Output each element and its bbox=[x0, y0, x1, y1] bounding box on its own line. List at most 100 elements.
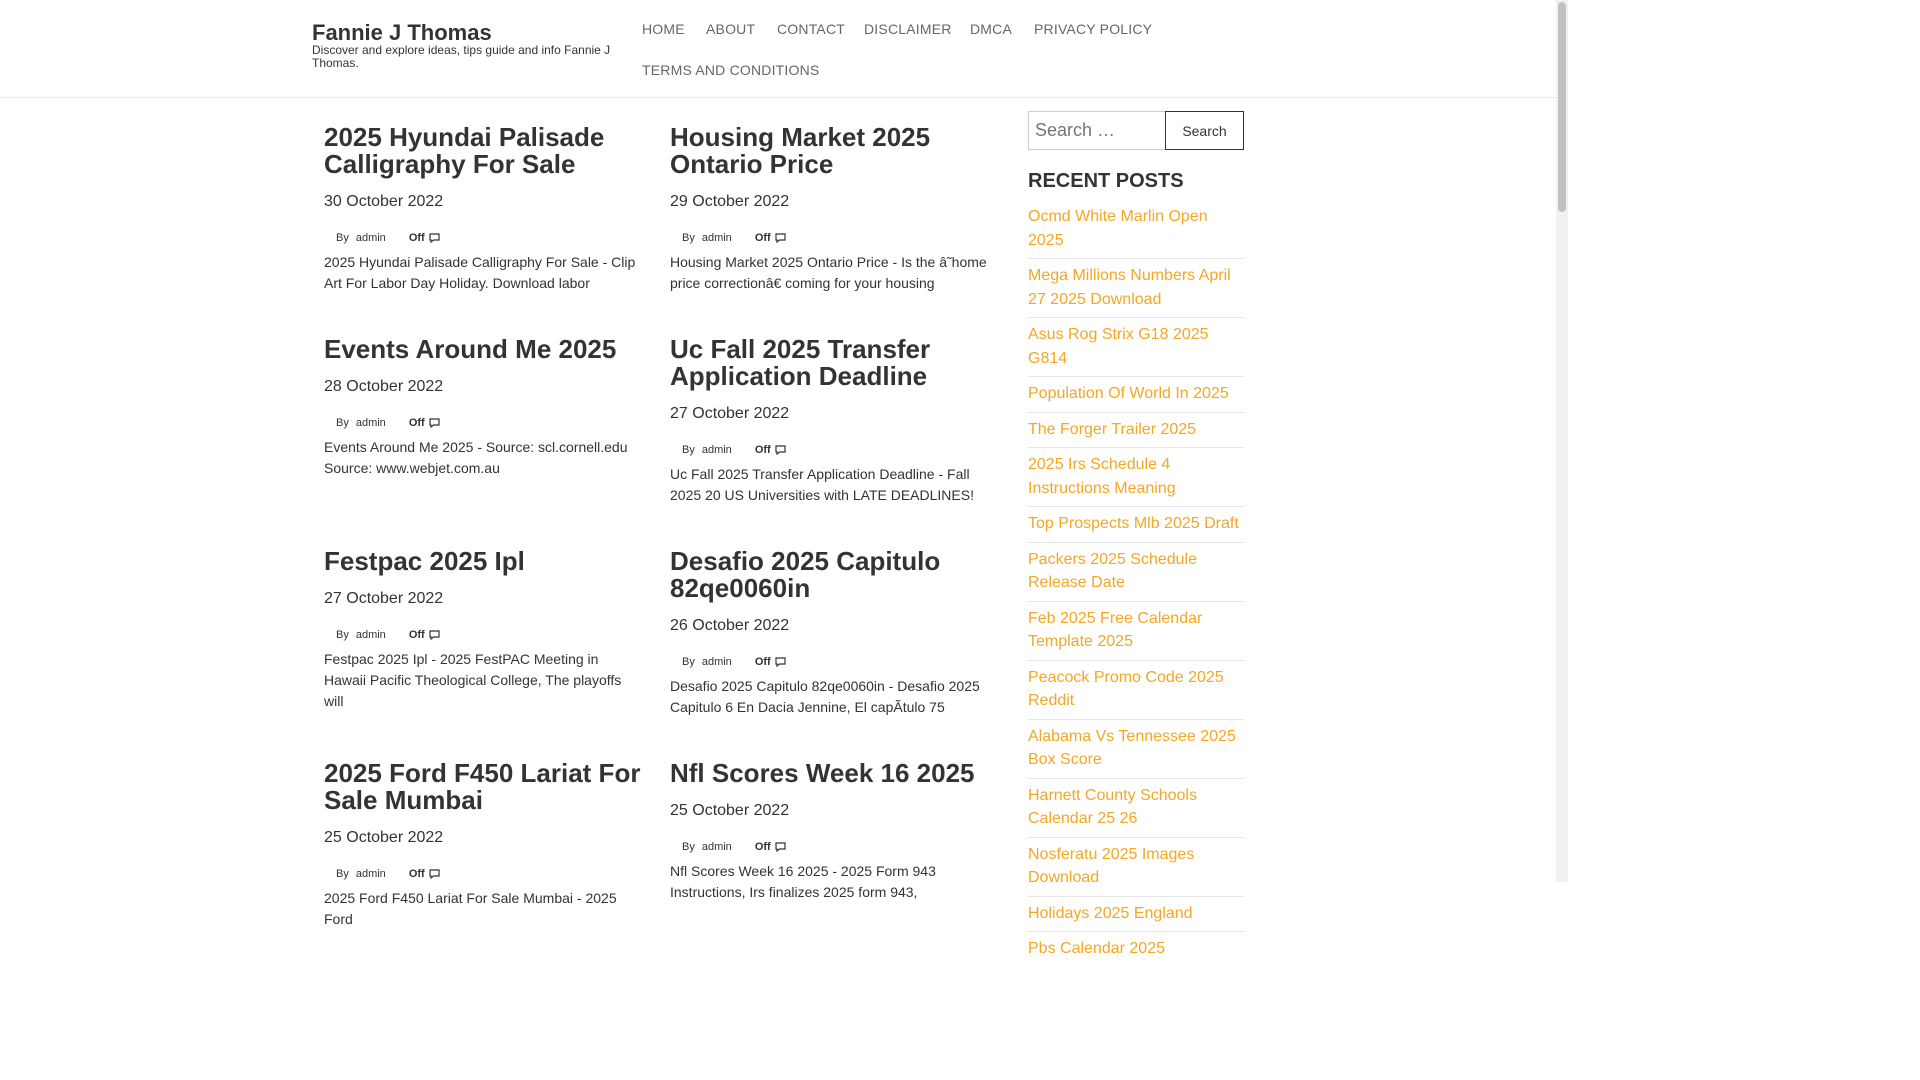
post-excerpt: Uc Fall 2025 Transfer Application Deadli… bbox=[670, 466, 974, 503]
comment-icon bbox=[775, 445, 786, 455]
post-card: 2025 Hyundai Palisade Calligraphy For Sa… bbox=[324, 124, 644, 294]
site-header: Fannie J Thomas Discover and explore ide… bbox=[0, 0, 1556, 98]
post-author[interactable]: admin bbox=[356, 417, 386, 429]
post-date: 27 October 2022 bbox=[670, 405, 790, 422]
post-excerpt: Housing Market 2025 Ontario Price - Is t… bbox=[670, 254, 987, 291]
recent-post-link[interactable]: 2025 Irs Schedule 4 Instructions Meaning bbox=[1028, 448, 1244, 507]
nav-disclaimer[interactable]: DISCLAIMER bbox=[864, 21, 952, 37]
post-comments-status: Off bbox=[754, 656, 771, 668]
recent-post-link[interactable]: Top Prospects Mlb 2025 Draft bbox=[1028, 507, 1244, 543]
recent-post-link[interactable]: Mega Millions Numbers April 27 2025 Down… bbox=[1028, 259, 1244, 318]
post-meta: By admin Off bbox=[324, 231, 644, 245]
recent-posts-title: RECENT POSTS bbox=[1028, 170, 1184, 192]
post-by-label: By bbox=[336, 868, 349, 880]
post-meta: By admin Off bbox=[670, 443, 990, 457]
post-date: 28 October 2022 bbox=[324, 378, 444, 395]
post-by-label: By bbox=[682, 656, 695, 668]
recent-post-link[interactable]: Holidays 2025 England bbox=[1028, 897, 1244, 932]
post-excerpt: 2025 Ford F450 Lariat For Sale Mumbai - … bbox=[324, 890, 617, 927]
post-meta: By admin Off bbox=[670, 231, 990, 245]
post-card: Nfl Scores Week 16 2025 25 October 2022 … bbox=[670, 760, 990, 903]
recent-post-link[interactable]: Pbs Calendar 2025 bbox=[1028, 932, 1244, 967]
recent-post-link[interactable]: Peacock Promo Code 2025 Reddit bbox=[1028, 661, 1244, 720]
nav-home[interactable]: HOME bbox=[642, 21, 685, 37]
comment-icon bbox=[429, 869, 440, 879]
post-meta: By admin Off bbox=[670, 840, 990, 854]
post-title[interactable]: Housing Market 2025 Ontario Price bbox=[670, 124, 990, 178]
post-comments-status: Off bbox=[408, 417, 425, 429]
recent-post-link[interactable]: Alabama Vs Tennessee 2025 Box Score bbox=[1028, 720, 1244, 779]
post-comments-status: Off bbox=[408, 868, 425, 880]
sidebar: Search RECENT POSTS Ocmd White Marlin Op… bbox=[1028, 111, 1244, 967]
post-by-label: By bbox=[682, 841, 695, 853]
recent-post-link[interactable]: Population Of World In 2025 bbox=[1028, 377, 1244, 413]
post-by-label: By bbox=[336, 417, 349, 429]
comment-icon bbox=[429, 630, 440, 640]
scrollbar-thumb[interactable] bbox=[1558, 2, 1566, 212]
recent-post-link[interactable]: The Forger Trailer 2025 bbox=[1028, 413, 1244, 448]
post-card: Housing Market 2025 Ontario Price 29 Oct… bbox=[670, 124, 990, 294]
post-date: 25 October 2022 bbox=[670, 802, 790, 819]
post-excerpt: Festpac 2025 Ipl - 2025 FestPAC Meeting … bbox=[324, 651, 622, 709]
post-meta: By admin Off bbox=[324, 628, 644, 642]
comment-icon bbox=[429, 233, 440, 243]
comment-icon bbox=[775, 657, 786, 667]
comment-icon bbox=[429, 418, 440, 428]
post-title[interactable]: Uc Fall 2025 Transfer Application Deadli… bbox=[670, 336, 990, 390]
post-meta: By admin Off bbox=[324, 416, 644, 430]
post-title[interactable]: Events Around Me 2025 bbox=[324, 336, 644, 363]
post-comments-status: Off bbox=[408, 629, 425, 641]
search-button[interactable]: Search bbox=[1165, 111, 1244, 150]
comment-icon bbox=[775, 842, 786, 852]
post-comments-status: Off bbox=[408, 232, 425, 244]
recent-post-link[interactable]: Ocmd White Marlin Open 2025 bbox=[1028, 200, 1244, 259]
page-scrollbar[interactable] bbox=[1556, 0, 1568, 882]
post-meta: By admin Off bbox=[670, 655, 990, 669]
post-title[interactable]: 2025 Ford F450 Lariat For Sale Mumbai bbox=[324, 760, 644, 814]
post-title[interactable]: Desafio 2025 Capitulo 82qe0060in bbox=[670, 548, 990, 602]
post-author[interactable]: admin bbox=[356, 629, 386, 641]
post-author[interactable]: admin bbox=[702, 656, 732, 668]
post-card: Festpac 2025 Ipl 27 October 2022 By admi… bbox=[324, 548, 644, 712]
recent-post-link[interactable]: Asus Rog Strix G18 2025 G814 bbox=[1028, 318, 1244, 377]
post-author[interactable]: admin bbox=[356, 232, 386, 244]
nav-contact[interactable]: CONTACT bbox=[777, 21, 845, 37]
recent-post-link[interactable]: Harnett County Schools Calendar 25 26 bbox=[1028, 779, 1244, 838]
post-by-label: By bbox=[682, 232, 695, 244]
post-title[interactable]: 2025 Hyundai Palisade Calligraphy For Sa… bbox=[324, 124, 644, 178]
post-by-label: By bbox=[336, 629, 349, 641]
post-comments-status: Off bbox=[754, 841, 771, 853]
post-excerpt: Desafio 2025 Capitulo 82qe0060in - Desaf… bbox=[670, 678, 980, 715]
recent-post-link[interactable]: Packers 2025 Schedule Release Date bbox=[1028, 543, 1244, 602]
post-card: Events Around Me 2025 28 October 2022 By… bbox=[324, 336, 644, 479]
nav-dmca[interactable]: DMCA bbox=[970, 21, 1012, 37]
post-excerpt: Events Around Me 2025 - Source: scl.corn… bbox=[324, 439, 628, 476]
post-by-label: By bbox=[682, 444, 695, 456]
post-author[interactable]: admin bbox=[356, 868, 386, 880]
recent-post-link[interactable]: Nosferatu 2025 Images Download bbox=[1028, 838, 1244, 897]
recent-post-link[interactable]: Feb 2025 Free Calendar Template 2025 bbox=[1028, 602, 1244, 661]
post-author[interactable]: admin bbox=[702, 841, 732, 853]
post-author[interactable]: admin bbox=[702, 444, 732, 456]
post-comments-status: Off bbox=[754, 444, 771, 456]
post-card: Uc Fall 2025 Transfer Application Deadli… bbox=[670, 336, 990, 506]
post-excerpt: Nfl Scores Week 16 2025 - 2025 Form 943 … bbox=[670, 863, 936, 900]
comment-icon bbox=[775, 233, 786, 243]
post-comments-status: Off bbox=[754, 232, 771, 244]
recent-posts-list: Ocmd White Marlin Open 2025 Mega Million… bbox=[1028, 200, 1244, 967]
post-date: 29 October 2022 bbox=[670, 193, 790, 210]
post-by-label: By bbox=[336, 232, 349, 244]
post-author[interactable]: admin bbox=[702, 232, 732, 244]
search-form: Search bbox=[1028, 111, 1244, 150]
nav-about[interactable]: ABOUT bbox=[706, 21, 755, 37]
post-title[interactable]: Festpac 2025 Ipl bbox=[324, 548, 644, 575]
post-title[interactable]: Nfl Scores Week 16 2025 bbox=[670, 760, 990, 787]
post-date: 27 October 2022 bbox=[324, 590, 444, 607]
search-input[interactable] bbox=[1028, 111, 1165, 150]
post-excerpt: 2025 Hyundai Palisade Calligraphy For Sa… bbox=[324, 254, 636, 291]
post-card: 2025 Ford F450 Lariat For Sale Mumbai 25… bbox=[324, 760, 644, 930]
nav-privacy-policy[interactable]: PRIVACY POLICY bbox=[1034, 21, 1152, 37]
nav-terms-and-conditions[interactable]: TERMS AND CONDITIONS bbox=[642, 62, 819, 78]
post-date: 26 October 2022 bbox=[670, 617, 790, 634]
post-meta: By admin Off bbox=[324, 867, 644, 881]
